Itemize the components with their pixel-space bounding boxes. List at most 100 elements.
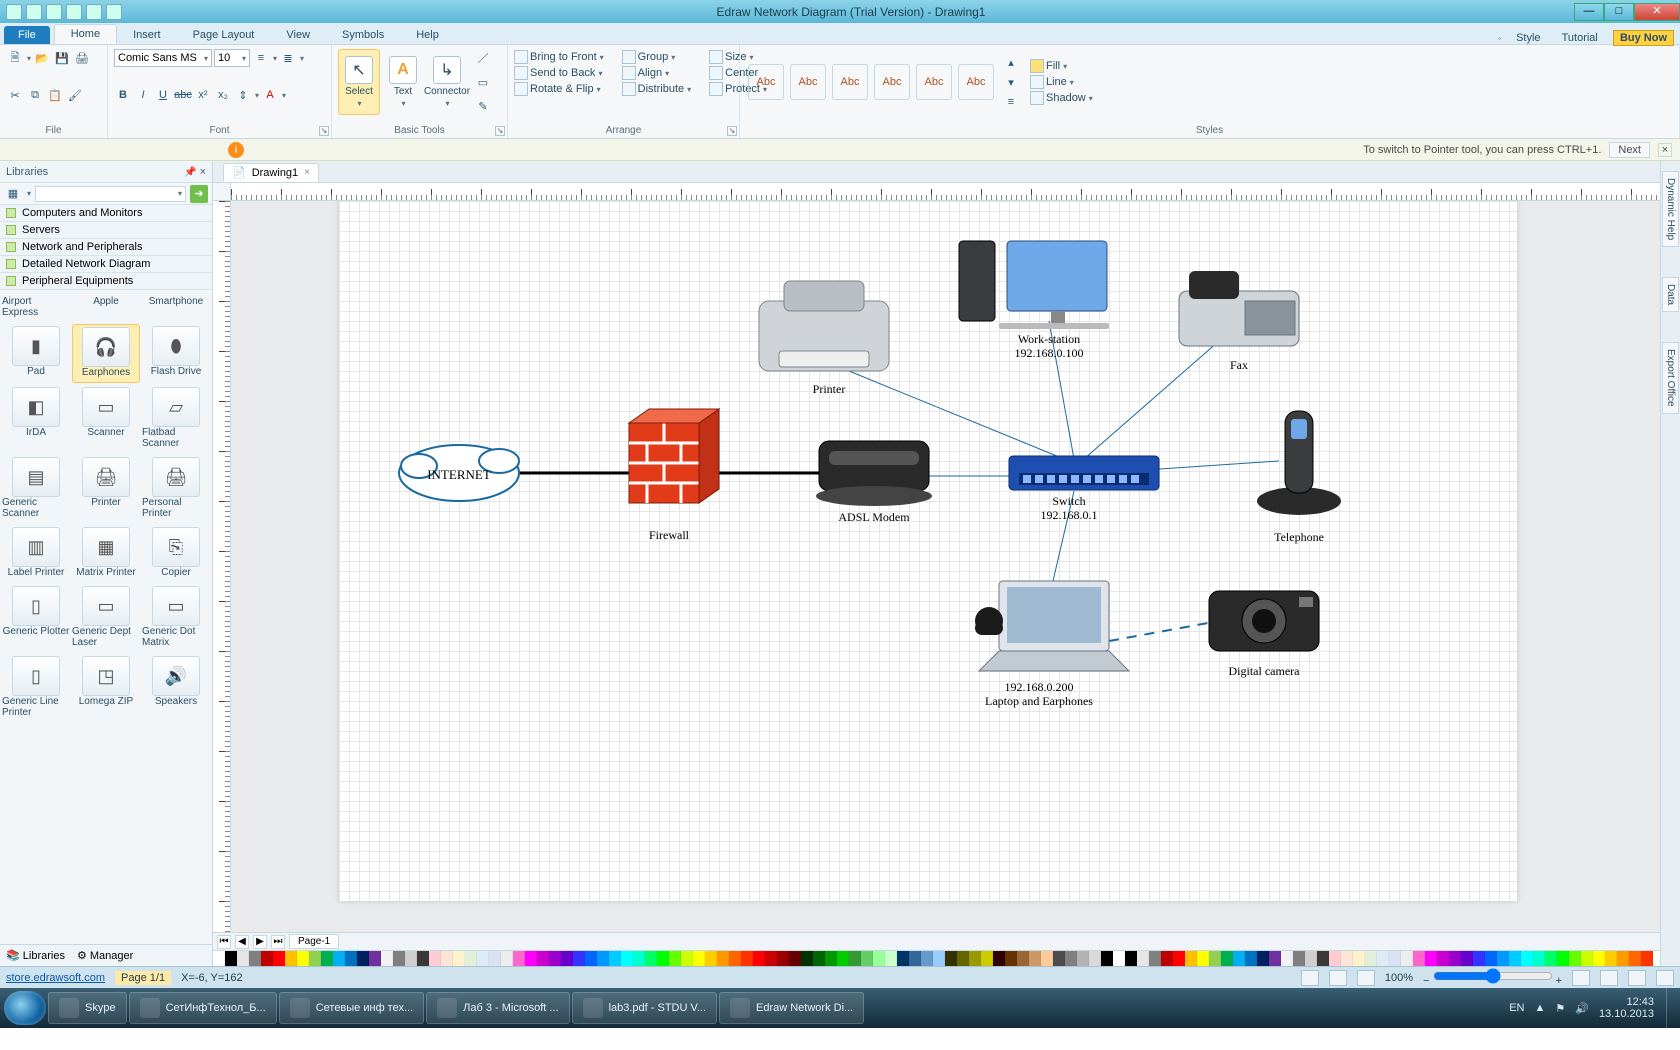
minimize-button[interactable]: —: [1574, 3, 1604, 21]
view-full-icon[interactable]: [1329, 970, 1347, 986]
align-button[interactable]: Align▾: [622, 65, 691, 81]
search-input[interactable]: ▾: [35, 186, 186, 202]
bullets-icon[interactable]: ≣: [279, 49, 297, 67]
taskbar-app[interactable]: Skype: [48, 992, 127, 1024]
clock[interactable]: 12:4313.10.2013: [1599, 996, 1654, 1020]
view-normal-icon[interactable]: [1301, 970, 1319, 986]
show-desktop-button[interactable]: [1666, 988, 1676, 1028]
store-link[interactable]: store.edrawsoft.com: [6, 972, 105, 984]
font-color-icon[interactable]: A: [261, 86, 279, 104]
taskbar-app[interactable]: lab3.pdf - STDU V...: [572, 992, 717, 1024]
qat-icon[interactable]: [6, 4, 22, 20]
italic-icon[interactable]: I: [134, 86, 152, 104]
dialog-launcher-icon[interactable]: ↘: [727, 126, 737, 136]
page-last-icon[interactable]: ⏭: [271, 935, 285, 949]
line-button[interactable]: Line▾: [1030, 74, 1093, 90]
send-to-back-button[interactable]: Send to Back▾: [514, 65, 604, 81]
tab-page-layout[interactable]: Page Layout: [177, 26, 271, 44]
library-category[interactable]: Detailed Network Diagram: [0, 255, 212, 273]
paste-icon[interactable]: 📋: [46, 86, 64, 104]
page-first-icon[interactable]: ⏮: [217, 935, 231, 949]
text-tool[interactable]: AText▾: [382, 49, 424, 115]
vtab-export[interactable]: Export Office: [1662, 342, 1679, 414]
color-swatch-bar[interactable]: [213, 950, 1660, 966]
select-tool[interactable]: ↖Select▾: [338, 49, 380, 115]
rotate-flip-button[interactable]: Rotate & Flip▾: [514, 81, 604, 97]
style-link[interactable]: ◦ Style: [1492, 32, 1546, 44]
drawing-page[interactable]: INTERNET Firewall: [339, 201, 1517, 901]
style-preset[interactable]: Abc: [832, 64, 868, 100]
node-modem[interactable]: ADSL Modem: [816, 441, 932, 524]
shape-stencil[interactable]: ◧IrDA: [2, 385, 70, 453]
gallery-up-icon[interactable]: ▴: [1002, 53, 1020, 71]
open-icon[interactable]: 📂: [33, 49, 51, 67]
shape-stencil[interactable]: ◳Lomega ZIP: [72, 654, 140, 722]
view-btn[interactable]: [1656, 970, 1674, 986]
document-tab[interactable]: 📄 Drawing1 ×: [223, 163, 319, 182]
strike-icon[interactable]: abc: [174, 86, 192, 104]
node-firewall[interactable]: Firewall: [629, 409, 719, 542]
fill-button[interactable]: Fill▾: [1030, 58, 1093, 74]
shape-stencil[interactable]: ▥Label Printer: [2, 525, 70, 582]
tutorial-link[interactable]: Tutorial: [1562, 32, 1598, 44]
pencil-tool-icon[interactable]: ✎: [474, 97, 492, 115]
dialog-launcher-icon[interactable]: ↘: [319, 126, 329, 136]
shape-stencil[interactable]: ▤Generic Scanner: [2, 455, 70, 523]
new-icon[interactable]: 🗎: [6, 49, 24, 67]
node-internet[interactable]: INTERNET: [399, 445, 519, 501]
node-switch[interactable]: Switch 192.168.0.1: [1009, 456, 1159, 522]
shape-stencil[interactable]: ⬮Flash Drive: [142, 324, 210, 383]
drawing-canvas[interactable]: INTERNET Firewall: [231, 201, 1660, 932]
shape-stencil[interactable]: ▭Generic Dot Matrix: [142, 584, 210, 652]
shape-stencil[interactable]: ▦Matrix Printer: [72, 525, 140, 582]
font-size-select[interactable]: 10▾: [214, 49, 250, 67]
node-fax[interactable]: Fax: [1179, 271, 1299, 372]
print-icon[interactable]: 🖨: [73, 49, 91, 67]
style-preset[interactable]: Abc: [748, 64, 784, 100]
node-camera[interactable]: Digital camera: [1209, 591, 1319, 678]
library-category[interactable]: Peripheral Equipments: [0, 272, 212, 290]
tab-insert[interactable]: Insert: [117, 26, 177, 44]
format-painter-icon[interactable]: 🖌: [66, 86, 84, 104]
vtab-dynamic-help[interactable]: Dynamic Help: [1662, 171, 1679, 247]
library-category[interactable]: Network and Peripherals: [0, 238, 212, 256]
bring-to-front-button[interactable]: Bring to Front▾: [514, 49, 604, 65]
line-spacing-icon[interactable]: ⇕: [234, 86, 252, 104]
shape-stencil[interactable]: 🖨Printer: [72, 455, 140, 523]
node-workstation[interactable]: Work-station 192.168.0.100: [959, 241, 1109, 360]
connector-tool[interactable]: ↳Connector▾: [426, 49, 468, 115]
vtab-data[interactable]: Data: [1662, 277, 1679, 312]
shape-stencil[interactable]: 🖨Personal Printer: [142, 455, 210, 523]
tab-home[interactable]: Home: [54, 24, 117, 44]
style-preset[interactable]: Abc: [916, 64, 952, 100]
library-category[interactable]: Computers and Monitors: [0, 204, 212, 222]
file-tab[interactable]: File: [4, 26, 50, 44]
tray-icon[interactable]: ▲: [1534, 1002, 1545, 1014]
library-category[interactable]: Servers: [0, 221, 212, 239]
libraries-tab[interactable]: 📚 Libraries: [6, 949, 65, 962]
rect-tool-icon[interactable]: ▭: [474, 73, 492, 91]
dialog-launcher-icon[interactable]: ↘: [495, 126, 505, 136]
shape-stencil[interactable]: ▱Flatbad Scanner: [142, 385, 210, 453]
underline-icon[interactable]: U: [154, 86, 172, 104]
font-name-select[interactable]: Comic Sans MS▾: [114, 49, 212, 67]
qat-icon[interactable]: [86, 4, 102, 20]
gallery-down-icon[interactable]: ▾: [1002, 73, 1020, 91]
shape-stencil[interactable]: ▯Generic Plotter: [2, 584, 70, 652]
shape-stencil[interactable]: ▭Scanner: [72, 385, 140, 453]
group-button[interactable]: Group▾: [622, 49, 691, 65]
tab-symbols[interactable]: Symbols: [326, 26, 400, 44]
bold-icon[interactable]: B: [114, 86, 132, 104]
taskbar-app[interactable]: Сетевые инф тех...: [279, 992, 424, 1024]
shape-stencil[interactable]: ⎘Copier: [142, 525, 210, 582]
taskbar-app[interactable]: Лаб 3 - Microsoft ...: [426, 992, 569, 1024]
qat-icon[interactable]: [106, 4, 122, 20]
close-doc-icon[interactable]: ×: [304, 167, 310, 178]
qat-icon[interactable]: [46, 4, 62, 20]
view-btn[interactable]: [1600, 970, 1618, 986]
shape-stencil[interactable]: ▯Generic Line Printer: [2, 654, 70, 722]
view-btn[interactable]: [1572, 970, 1590, 986]
gallery-more-icon[interactable]: ≡: [1002, 93, 1020, 111]
shape-stencil[interactable]: 🔊Speakers: [142, 654, 210, 722]
cut-icon[interactable]: ✂: [6, 86, 24, 104]
